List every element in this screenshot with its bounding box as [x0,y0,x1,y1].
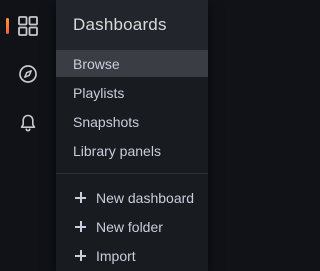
action-label: Import [96,247,136,264]
menu-item-library-panels[interactable]: Library panels [56,137,208,164]
new-dashboard-button[interactable]: New dashboard [56,184,208,211]
nav-dashboards[interactable] [0,5,56,47]
menu-item-browse[interactable]: Browse [56,50,208,77]
menu-item-label: Playlists [73,84,125,101]
dashboards-menu: Dashboards Browse Playlists Snapshots Li… [56,0,208,271]
menu-divider [56,173,208,174]
menu-item-snapshots[interactable]: Snapshots [56,108,208,135]
apps-grid-icon [17,15,39,37]
menu-item-label: Snapshots [73,113,140,130]
menu-item-playlists[interactable]: Playlists [56,79,208,106]
action-label: New dashboard [96,189,195,206]
menu-item-label: Browse [73,55,120,72]
plus-icon [75,192,86,203]
bell-icon [18,113,38,133]
app-root: Dashboards Browse Playlists Snapshots Li… [0,0,208,271]
menu-title[interactable]: Dashboards [56,0,208,50]
compass-icon [18,64,38,84]
plus-icon [75,250,86,261]
new-folder-button[interactable]: New folder [56,213,208,240]
action-label: New folder [96,218,163,235]
side-nav-rail [0,0,56,271]
menu-item-label: Library panels [73,142,161,159]
nav-alerting[interactable] [0,102,56,144]
nav-explore[interactable] [0,53,56,95]
import-button[interactable]: Import [56,242,208,269]
plus-icon [75,221,86,232]
